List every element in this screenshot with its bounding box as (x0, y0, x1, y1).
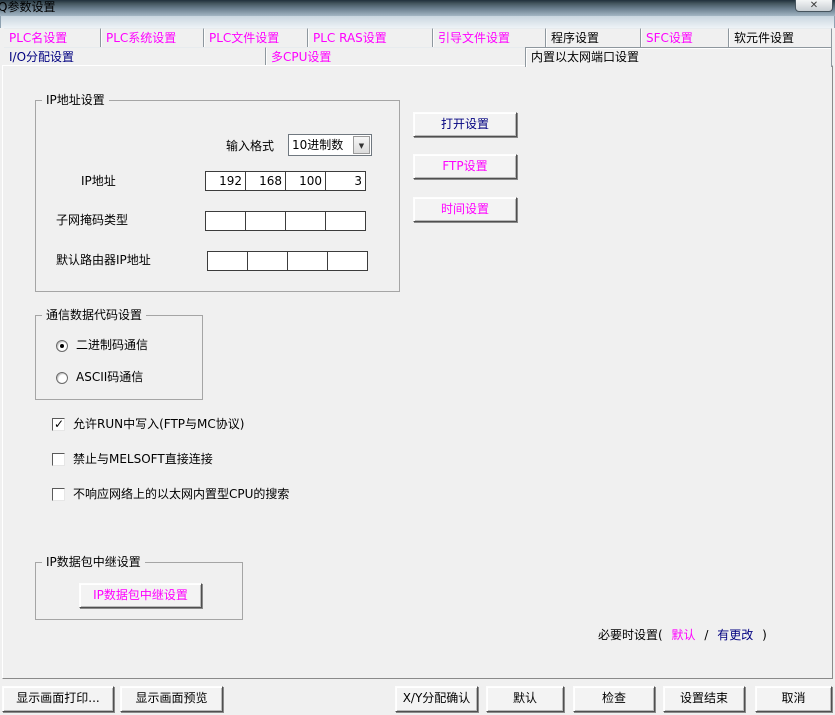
ip-octet-field[interactable]: 168 (245, 171, 286, 191)
window-title: Q参数设置 (0, 0, 55, 15)
tab-plc-name[interactable]: PLC名设置 (4, 28, 100, 47)
q-parameter-dialog: Q参数设置 ✕ PLC名设置 PLC系统设置 PLC文件设置 PLC RAS设置… (0, 0, 835, 715)
ip-settings-group: IP地址设置 输入格式 10进制数 ▼ IP地址 192 168 100 3 子… (35, 100, 400, 292)
required-setting-note: 必要时设置( 默认 / 有更改 ) (598, 626, 767, 643)
ip-relay-group-title: IP数据包中继设置 (42, 555, 145, 569)
default-router-label: 默认路由器IP地址 (56, 253, 151, 268)
close-button[interactable]: ✕ (795, 0, 833, 12)
ip-address-label: IP地址 (81, 174, 116, 189)
end-setting-button[interactable]: 设置结束 (663, 686, 745, 712)
router-octet-field[interactable] (247, 251, 288, 271)
ip-relay-group: IP数据包中继设置 IP数据包中继设置 (35, 562, 243, 620)
xy-confirm-button[interactable]: X/Y分配确认 (395, 686, 478, 712)
ip-settings-group-title: IP地址设置 (42, 93, 109, 107)
checkbox-melsoft-disable[interactable]: 禁止与MELSOFT直接连接 (52, 452, 213, 467)
checkbox-run-write-label: 允许RUN中写入(FTP与MC协议) (73, 417, 244, 432)
checkbox-unchecked-icon (52, 488, 65, 501)
print-screen-button[interactable]: 显示画面打印... (2, 686, 114, 712)
radio-unselected-icon (56, 372, 68, 384)
cancel-button[interactable]: 取消 (755, 686, 832, 712)
ip-relay-button[interactable]: IP数据包中继设置 (79, 583, 202, 608)
note-default: 默认 (672, 626, 696, 643)
radio-ascii-comm[interactable]: ASCII码通信 (56, 370, 143, 385)
ftp-settings-button[interactable]: FTP设置 (413, 154, 517, 179)
checkbox-run-write[interactable]: 允许RUN中写入(FTP与MC协议) (52, 417, 244, 432)
tab-row-2: I/O分配设置 多CPU设置 内置以太网端口设置 (4, 47, 832, 65)
subnet-octet-field[interactable] (245, 211, 286, 231)
radio-binary-label: 二进制码通信 (76, 338, 148, 353)
open-settings-button[interactable]: 打开设置 (413, 112, 517, 137)
default-router-field (207, 251, 368, 271)
checkbox-unchecked-icon (52, 453, 65, 466)
dropdown-arrow-icon[interactable]: ▼ (353, 136, 370, 154)
tab-io-assignment[interactable]: I/O分配设置 (4, 47, 265, 65)
checkbox-checked-icon (52, 418, 65, 431)
tab-plc-file[interactable]: PLC文件设置 (203, 28, 307, 47)
tab-plc-system[interactable]: PLC系统设置 (100, 28, 203, 47)
input-format-select[interactable]: 10进制数 ▼ (288, 134, 372, 156)
check-button[interactable]: 检查 (573, 686, 655, 712)
window-titlebar: Q参数设置 ✕ (0, 0, 835, 16)
ip-address-field: 192 168 100 3 (205, 171, 366, 191)
ip-octet-field[interactable]: 100 (285, 171, 326, 191)
input-format-label: 输入格式 (226, 139, 274, 154)
subnet-octet-field[interactable] (325, 211, 366, 231)
ip-octet-field[interactable]: 192 (205, 171, 246, 191)
preview-screen-button[interactable]: 显示画面预览 (120, 686, 223, 712)
checkbox-melsoft-label: 禁止与MELSOFT直接连接 (73, 452, 213, 467)
subnet-mask-label: 子网掩码类型 (56, 213, 128, 228)
checkbox-cpu-search[interactable]: 不响应网络上的以太网内置型CPU的搜索 (52, 487, 289, 502)
tab-sfc[interactable]: SFC设置 (640, 28, 728, 47)
comm-code-group-title: 通信数据代码设置 (42, 308, 146, 322)
radio-ascii-label: ASCII码通信 (76, 370, 143, 385)
radio-binary-comm[interactable]: 二进制码通信 (56, 338, 148, 353)
time-settings-button[interactable]: 时间设置 (413, 197, 517, 222)
tab-program[interactable]: 程序设置 (545, 28, 640, 47)
default-button[interactable]: 默认 (486, 686, 564, 712)
subnet-octet-field[interactable] (285, 211, 326, 231)
note-changed: 有更改 (717, 626, 753, 643)
router-octet-field[interactable] (287, 251, 328, 271)
tab-boot-file[interactable]: 引导文件设置 (432, 28, 545, 47)
ip-octet-field[interactable]: 3 (325, 171, 366, 191)
router-octet-field[interactable] (207, 251, 248, 271)
note-separator: / (704, 628, 708, 642)
tab-device[interactable]: 软元件设置 (728, 28, 832, 47)
checkbox-cpu-search-label: 不响应网络上的以太网内置型CPU的搜索 (73, 487, 289, 502)
note-suffix: ) (762, 628, 767, 642)
subnet-mask-field (205, 211, 366, 231)
subnet-octet-field[interactable] (205, 211, 246, 231)
comm-code-group: 通信数据代码设置 二进制码通信 ASCII码通信 (35, 315, 203, 400)
tab-row-1: PLC名设置 PLC系统设置 PLC文件设置 PLC RAS设置 引导文件设置 … (4, 28, 832, 47)
tab-builtin-ethernet[interactable]: 内置以太网端口设置 (525, 47, 832, 67)
window-frame-band (0, 16, 835, 28)
tab-multi-cpu[interactable]: 多CPU设置 (265, 47, 525, 65)
tab-plc-ras[interactable]: PLC RAS设置 (307, 28, 432, 47)
router-octet-field[interactable] (327, 251, 368, 271)
close-icon: ✕ (810, 0, 818, 11)
note-prefix: 必要时设置( (598, 626, 663, 643)
radio-selected-icon (56, 340, 68, 352)
input-format-value: 10进制数 (292, 135, 343, 155)
